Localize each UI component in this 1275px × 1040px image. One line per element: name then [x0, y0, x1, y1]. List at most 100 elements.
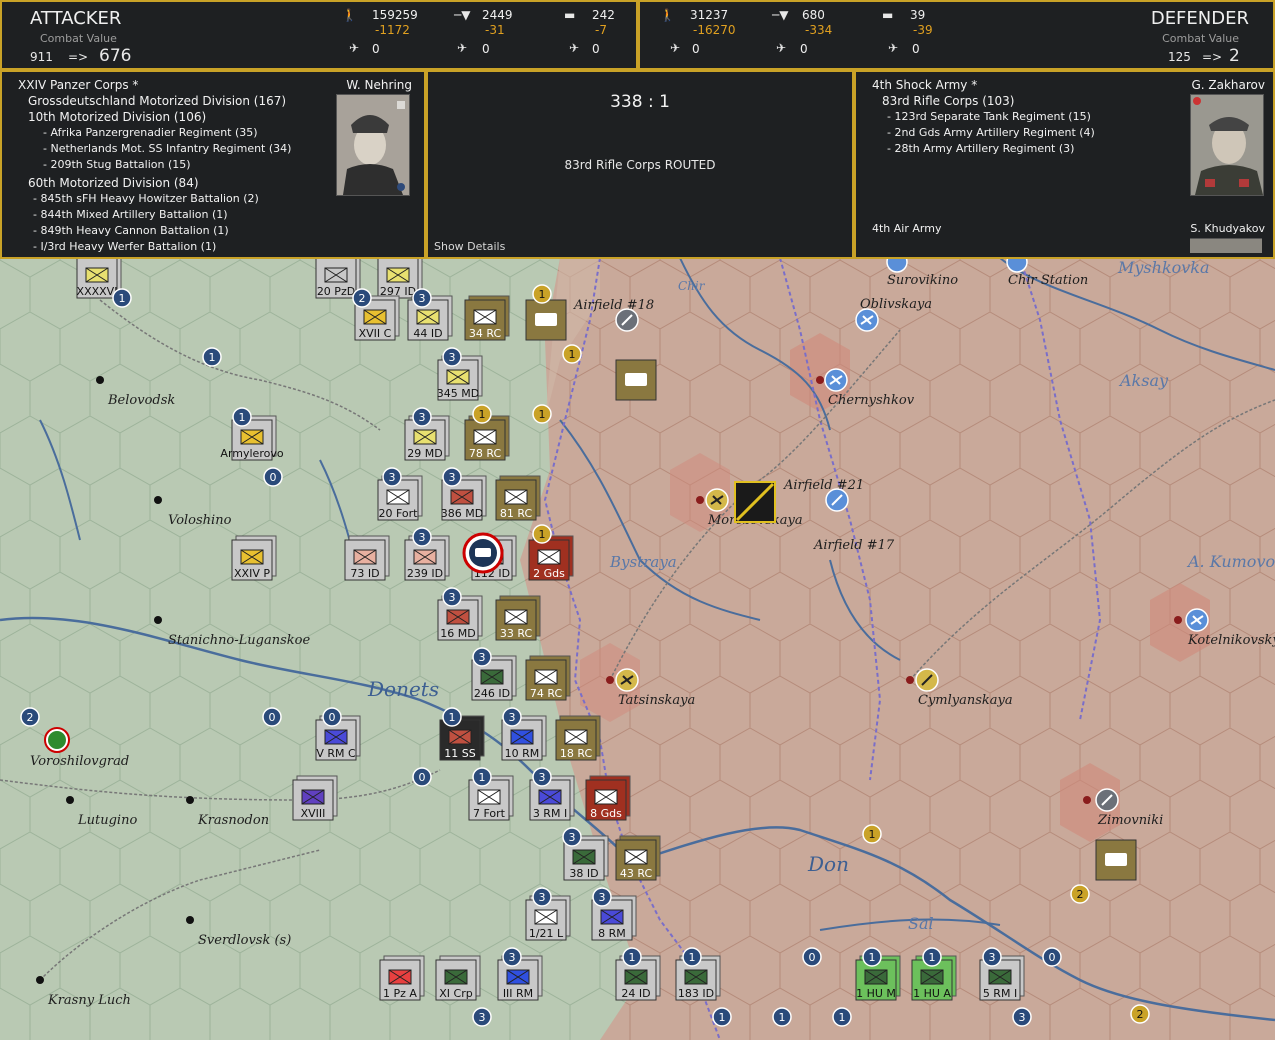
unit-step-marker[interactable]: 3	[982, 947, 1002, 967]
commander-portrait[interactable]	[1190, 94, 1264, 196]
air-commander-portrait[interactable]	[1190, 238, 1262, 253]
unit-step-marker[interactable]: 1	[772, 1007, 792, 1027]
unit-step-marker[interactable]: 1	[862, 824, 882, 844]
afv-loss: -7	[595, 23, 607, 37]
unit-step-marker[interactable]: 2	[1070, 884, 1090, 904]
place-label: Chernyshkov	[828, 393, 915, 408]
svg-text:1: 1	[209, 351, 216, 364]
unit-counter[interactable]: XVIII	[292, 775, 338, 821]
unit-step-marker[interactable]: 2	[352, 288, 372, 308]
unit-step-marker[interactable]: 1	[862, 947, 882, 967]
unit-step-marker[interactable]: 1	[832, 1007, 852, 1027]
unit-step-marker[interactable]: 3	[442, 347, 462, 367]
unit-step-marker[interactable]: 1	[532, 404, 552, 424]
unit-step-marker[interactable]: 1	[532, 284, 552, 304]
unit-counter[interactable]: 2 Gds	[528, 535, 574, 581]
unit-step-marker[interactable]: 3	[532, 887, 552, 907]
svg-text:3: 3	[479, 651, 486, 664]
svg-text:0: 0	[270, 471, 277, 484]
unit-step-marker[interactable]: 3	[442, 467, 462, 487]
combat-marker-icon[interactable]	[44, 727, 70, 753]
unit-step-marker[interactable]: 3	[472, 647, 492, 667]
unit-counter[interactable]: 1 Pz A	[379, 955, 425, 1001]
unit-step-marker[interactable]: 3	[532, 767, 552, 787]
unit-counter[interactable]: 43 RC	[615, 835, 661, 881]
unit-step-marker[interactable]: 3	[562, 827, 582, 847]
unit-step-marker[interactable]: 1	[202, 347, 222, 367]
unit-step-marker[interactable]: 1	[712, 1007, 732, 1027]
men-icon: 🚶	[660, 8, 675, 22]
airfield-icon[interactable]	[915, 668, 939, 692]
unit-step-marker[interactable]: 3	[502, 707, 522, 727]
airfield-icon[interactable]	[855, 308, 879, 332]
airfield-icon[interactable]	[705, 488, 729, 512]
unit-step-marker[interactable]: 3	[412, 527, 432, 547]
unit-step-marker[interactable]: 2	[20, 707, 40, 727]
place-label: Airfield #17	[813, 538, 895, 553]
unit-step-marker[interactable]: 1	[472, 767, 492, 787]
unit-counter[interactable]: 20 PzD	[315, 253, 361, 299]
unit-counter[interactable]: 78 RC	[464, 415, 510, 461]
unit-step-marker[interactable]: 1	[622, 947, 642, 967]
fighter-icon: ✈	[670, 41, 681, 55]
unit-counter[interactable]: XI Crp	[435, 955, 481, 1001]
unit-counter[interactable]: 81 RC	[495, 475, 541, 521]
unit-step-marker[interactable]: 1	[682, 947, 702, 967]
unit-counter[interactable]: 33 RC	[495, 595, 541, 641]
airfield-icon[interactable]	[824, 368, 848, 392]
unit-step-marker[interactable]: 3	[592, 887, 612, 907]
soviet-unit-counter[interactable]	[525, 299, 567, 341]
soviet-unit-counter[interactable]	[615, 359, 657, 401]
place-label: Voloshino	[168, 513, 232, 528]
unit-step-marker[interactable]: 1	[442, 707, 462, 727]
unit-counter[interactable]: 18 RC	[555, 715, 601, 761]
unit-step-marker[interactable]: 0	[262, 707, 282, 727]
airfield-icon[interactable]	[1095, 788, 1119, 812]
combat-result-message: 83rd Rifle Corps ROUTED	[564, 158, 716, 172]
unit-step-marker[interactable]: 1	[562, 344, 582, 364]
combat-result-panel: 338 : 1 83rd Rifle Corps ROUTED Show Det…	[426, 70, 854, 259]
unit-counter[interactable]: 8 Gds	[585, 775, 631, 821]
place-label: Sverdlovsk (s)	[198, 933, 291, 948]
unit-counter[interactable]: 74 RC	[525, 655, 571, 701]
unit-step-marker[interactable]: 1	[922, 947, 942, 967]
unit-step-marker[interactable]: 3	[442, 587, 462, 607]
unit-step-marker[interactable]: 3	[1012, 1007, 1032, 1027]
unit-step-marker[interactable]: 1	[472, 404, 492, 424]
airfield-icon[interactable]	[825, 488, 849, 512]
unit-counter[interactable]: 34 RC	[464, 295, 510, 341]
unit-step-marker[interactable]: 1	[532, 524, 552, 544]
unit-step-marker[interactable]: 0	[802, 947, 822, 967]
show-details-link[interactable]: Show Details	[434, 240, 505, 253]
unit-step-marker[interactable]: 3	[412, 288, 432, 308]
unit-step-marker[interactable]: 3	[472, 1007, 492, 1027]
tank-icon: ▬	[882, 8, 894, 22]
airfield-icon[interactable]	[615, 668, 639, 692]
airfield-icon[interactable]	[1185, 608, 1209, 632]
airfield-icon[interactable]	[615, 308, 639, 332]
unit-step-marker[interactable]: 1	[112, 288, 132, 308]
unit-step-marker[interactable]: 3	[412, 407, 432, 427]
attack-target-icon[interactable]	[462, 532, 504, 574]
unit-label: XXIV P	[234, 567, 270, 580]
commander-portrait[interactable]	[336, 94, 410, 196]
combat-value-arrow: =>	[68, 50, 89, 64]
svg-text:1: 1	[449, 711, 456, 724]
unit-step-marker[interactable]: 3	[502, 947, 522, 967]
unit-step-marker[interactable]: 3	[382, 467, 402, 487]
place-label: Zimovniki	[1097, 813, 1163, 828]
unit-step-marker[interactable]: 0	[263, 467, 283, 487]
unit-step-marker[interactable]: 0	[322, 707, 342, 727]
unit-step-marker[interactable]: 0	[412, 767, 432, 787]
river-label: Chir	[678, 279, 706, 293]
river-label: Sal	[908, 914, 934, 933]
unit-counter[interactable]: XXIV P	[231, 535, 277, 581]
unit-step-marker[interactable]: 2	[1130, 1004, 1150, 1024]
soviet-unit-counter[interactable]	[1095, 839, 1137, 881]
soviet-unit-counter[interactable]	[734, 481, 776, 523]
svg-text:1: 1	[629, 951, 636, 964]
unit-step-marker[interactable]: 1	[232, 407, 252, 427]
unit-step-marker[interactable]: 0	[1042, 947, 1062, 967]
unit-counter[interactable]: 73 ID	[344, 535, 390, 581]
unit-counter[interactable]: XXXXVI	[76, 253, 122, 299]
